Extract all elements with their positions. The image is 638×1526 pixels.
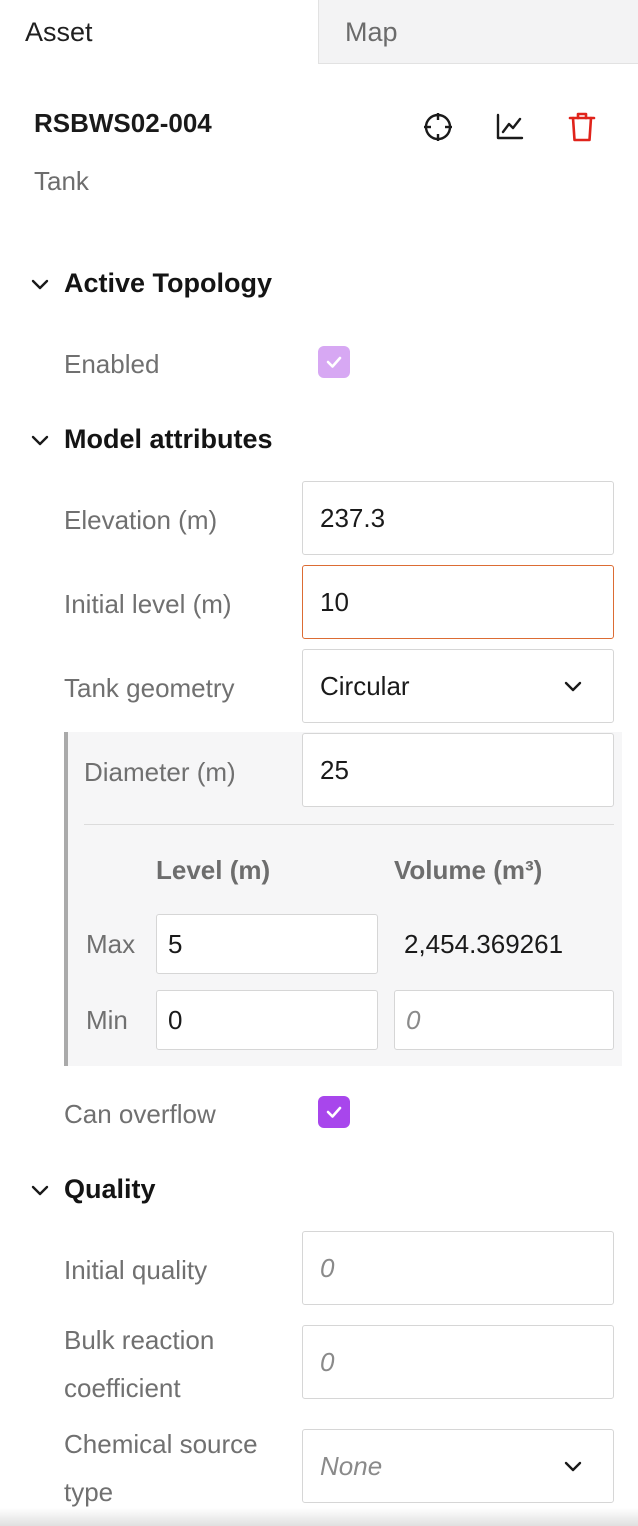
tab-map[interactable]: Map bbox=[318, 0, 638, 64]
max-level-value: 5 bbox=[168, 928, 183, 959]
initial-quality-placeholder: 0 bbox=[320, 1252, 335, 1283]
bulk-reaction-field[interactable]: 0 bbox=[302, 1325, 614, 1399]
trash-icon bbox=[568, 112, 596, 142]
min-volume-field[interactable]: 0 bbox=[394, 990, 614, 1050]
chart-button[interactable] bbox=[490, 107, 530, 147]
min-volume-placeholder: 0 bbox=[406, 1004, 421, 1035]
line-chart-icon bbox=[496, 113, 524, 140]
diameter-field[interactable]: 25 bbox=[302, 733, 614, 807]
chemical-source-select[interactable]: None bbox=[302, 1429, 614, 1503]
enabled-label: Enabled bbox=[64, 349, 160, 379]
divider bbox=[84, 824, 614, 825]
min-level-value: 0 bbox=[168, 1004, 183, 1035]
diameter-value: 25 bbox=[320, 754, 349, 785]
enabled-checkbox[interactable] bbox=[318, 346, 350, 378]
tank-geometry-value: Circular bbox=[320, 670, 410, 701]
tank-geometry-select[interactable]: Circular bbox=[302, 649, 614, 723]
level-column-header: Level (m) bbox=[156, 855, 271, 885]
asset-type: Tank bbox=[34, 166, 89, 196]
can-overflow-label: Can overflow bbox=[64, 1099, 216, 1129]
volume-column-header: Volume (m³) bbox=[394, 855, 543, 885]
chemical-source-value: None bbox=[320, 1450, 383, 1481]
initial-quality-field[interactable]: 0 bbox=[302, 1231, 614, 1305]
initial-quality-label: Initial quality bbox=[64, 1255, 208, 1285]
initial-level-field[interactable]: 10 bbox=[302, 565, 614, 639]
crosshair-icon bbox=[424, 113, 452, 141]
initial-level-value: 10 bbox=[320, 586, 349, 617]
chevron-down-icon bbox=[564, 681, 582, 692]
asset-title: RSBWS02-004 bbox=[34, 108, 212, 138]
section-quality[interactable]: Quality bbox=[28, 1174, 156, 1205]
bulk-reaction-placeholder: 0 bbox=[320, 1346, 335, 1377]
elevation-field[interactable]: 237.3 bbox=[302, 481, 614, 555]
section-title: Quality bbox=[64, 1174, 156, 1204]
min-level-field[interactable]: 0 bbox=[156, 990, 378, 1050]
chemical-source-label: Chemical source bbox=[64, 1429, 258, 1459]
scroll-shadow bbox=[0, 1508, 638, 1526]
can-overflow-checkbox[interactable] bbox=[318, 1096, 350, 1128]
section-title: Active Topology bbox=[64, 268, 273, 298]
tab-asset[interactable]: Asset bbox=[0, 0, 318, 64]
check-icon bbox=[326, 1106, 342, 1118]
chevron-down-icon bbox=[31, 1185, 49, 1195]
locate-button[interactable] bbox=[418, 107, 458, 147]
bulk-reaction-label-line2: coefficient bbox=[64, 1373, 181, 1403]
delete-button[interactable] bbox=[562, 107, 602, 147]
diameter-label: Diameter (m) bbox=[84, 757, 236, 787]
section-title: Model attributes bbox=[64, 424, 273, 454]
section-model-attributes[interactable]: Model attributes bbox=[28, 424, 273, 455]
max-level-field[interactable]: 5 bbox=[156, 914, 378, 974]
tank-geometry-label: Tank geometry bbox=[64, 673, 235, 703]
bulk-reaction-label: Bulk reaction bbox=[64, 1325, 215, 1355]
chevron-down-icon bbox=[31, 279, 49, 289]
max-volume-value: 2,454.369261 bbox=[404, 929, 564, 959]
tab-bar: Asset Map bbox=[0, 0, 638, 64]
elevation-label: Elevation (m) bbox=[64, 505, 218, 535]
chevron-down-icon bbox=[564, 1461, 582, 1472]
initial-level-label: Initial level (m) bbox=[64, 589, 232, 619]
section-active-topology[interactable]: Active Topology bbox=[28, 268, 272, 299]
chevron-down-icon bbox=[31, 435, 49, 445]
check-icon bbox=[326, 356, 342, 368]
min-label: Min bbox=[86, 1005, 128, 1035]
elevation-value: 237.3 bbox=[320, 502, 386, 533]
max-label: Max bbox=[86, 929, 136, 959]
